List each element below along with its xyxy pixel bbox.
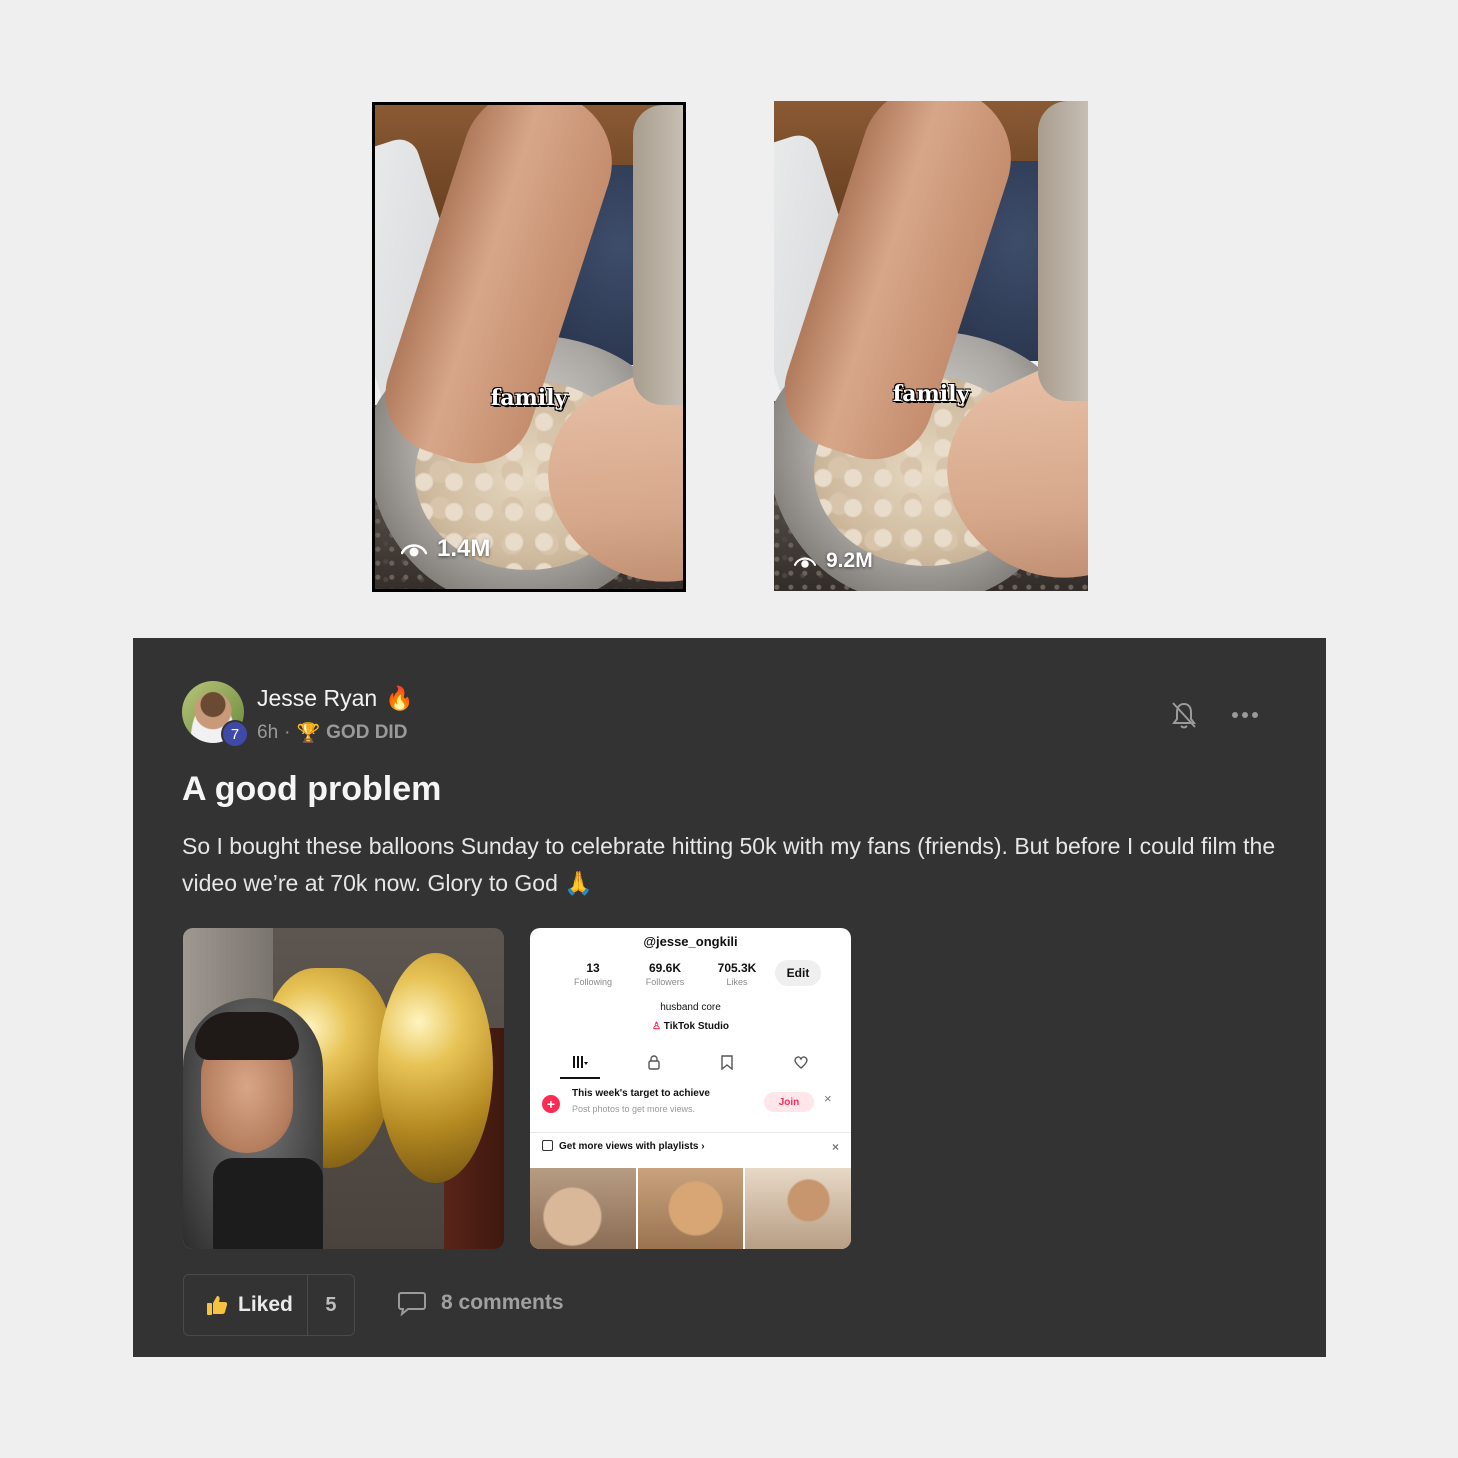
video-frame bbox=[774, 101, 1088, 591]
join-button: Join bbox=[764, 1092, 814, 1112]
tiktok-studio-link: ♙ TikTok Studio bbox=[530, 1021, 851, 1032]
view-count: 1.4M bbox=[401, 535, 490, 563]
view-count: 9.2M bbox=[794, 549, 873, 573]
weekly-target-banner: + This week's target to achieve Post pho… bbox=[542, 1086, 839, 1122]
fire-icon: 🔥 bbox=[385, 685, 414, 711]
post-meta: 6h · 🏆 GOD DID bbox=[257, 721, 407, 745]
stat-number: 705.3K bbox=[717, 961, 757, 975]
bell-off-icon[interactable] bbox=[1171, 700, 1197, 730]
eye-icon bbox=[401, 544, 427, 557]
post-card: 7 Jesse Ryan 🔥 6h · 🏆 GOD DID A good pro… bbox=[133, 638, 1326, 1357]
profile-bio: husband core bbox=[660, 1002, 721, 1013]
video-grid-item bbox=[745, 1168, 851, 1249]
edit-profile-button: Edit bbox=[775, 960, 821, 986]
comment-icon bbox=[398, 1292, 426, 1316]
lock-tab-icon bbox=[634, 1050, 674, 1074]
close-icon: × bbox=[824, 1091, 832, 1106]
thumbs-up-icon bbox=[207, 1296, 228, 1315]
video-thumbnail-2[interactable]: family 9.2M bbox=[774, 101, 1088, 591]
balloons-photo bbox=[183, 928, 504, 1249]
author-name[interactable]: Jesse Ryan 🔥 bbox=[257, 685, 414, 712]
target-title: This week's target to achieve bbox=[572, 1088, 710, 1099]
tab-underline bbox=[560, 1077, 600, 1079]
trophy-icon: 🏆 bbox=[296, 723, 321, 744]
liked-label: Liked bbox=[238, 1293, 293, 1316]
stat-number: 13 bbox=[586, 961, 600, 975]
meta-separator: · bbox=[284, 722, 291, 743]
tiktok-handle: @jesse_ongkili bbox=[643, 934, 738, 949]
playlist-banner: Get more views with playlists › × bbox=[542, 1140, 839, 1160]
attachment-photo-balloons[interactable] bbox=[183, 928, 504, 1249]
view-count-value: 9.2M bbox=[826, 549, 873, 572]
plus-icon: + bbox=[542, 1095, 560, 1113]
stat-followers: 69.6K Followers bbox=[635, 961, 695, 987]
profile-tabs bbox=[560, 1050, 821, 1078]
video-grid-item bbox=[637, 1168, 744, 1249]
video-caption: family bbox=[892, 381, 970, 407]
video-grid-item bbox=[530, 1168, 636, 1249]
post-body: So I bought these balloons Sunday to cel… bbox=[182, 833, 1276, 896]
tiktok-profile: @jesse_ongkili 13 Following 69.6K Follow… bbox=[530, 928, 851, 1249]
playlist-label: Get more views with playlists › bbox=[559, 1141, 705, 1152]
level-badge: 7 bbox=[221, 720, 249, 748]
close-icon: × bbox=[831, 1140, 839, 1154]
stat-label: Likes bbox=[726, 977, 748, 987]
stat-label: Followers bbox=[645, 977, 685, 987]
like-count: 5 bbox=[306, 1275, 354, 1335]
post-title: A good problem bbox=[182, 770, 442, 808]
bookmark-tab-icon bbox=[707, 1050, 747, 1074]
stat-likes: 705.3K Likes bbox=[707, 961, 767, 987]
stat-following: 13 Following bbox=[563, 961, 623, 987]
studio-icon: ♙ bbox=[652, 1021, 661, 1032]
like-button[interactable]: Liked bbox=[184, 1275, 307, 1335]
grid-tab-icon bbox=[560, 1050, 600, 1074]
comments-button[interactable]: 8 comments bbox=[397, 1290, 564, 1316]
post-time: 6h bbox=[257, 722, 279, 743]
like-group: Liked 5 bbox=[183, 1274, 355, 1336]
heart-tab-icon bbox=[781, 1050, 821, 1074]
attachment-tiktok-screenshot[interactable]: @jesse_ongkili 13 Following 69.6K Follow… bbox=[530, 928, 851, 1249]
more-icon[interactable] bbox=[1231, 708, 1259, 722]
stat-number: 69.6K bbox=[648, 961, 682, 975]
author-tag: GOD DID bbox=[326, 722, 408, 743]
view-count-value: 1.4M bbox=[437, 535, 491, 562]
video-grid bbox=[530, 1168, 851, 1249]
video-frame bbox=[375, 105, 683, 589]
divider bbox=[530, 1132, 851, 1133]
stat-label: Following bbox=[573, 977, 613, 987]
eye-icon bbox=[794, 557, 816, 568]
target-subtitle: Post photos to get more views. bbox=[572, 1104, 696, 1114]
playlist-icon bbox=[542, 1140, 553, 1151]
video-caption: family bbox=[490, 385, 568, 411]
comments-label: 8 comments bbox=[441, 1291, 564, 1314]
author-name-text: Jesse Ryan bbox=[257, 685, 378, 711]
video-thumbnail-1[interactable]: family 1.4M bbox=[372, 102, 686, 592]
studio-label: TikTok Studio bbox=[663, 1021, 729, 1032]
